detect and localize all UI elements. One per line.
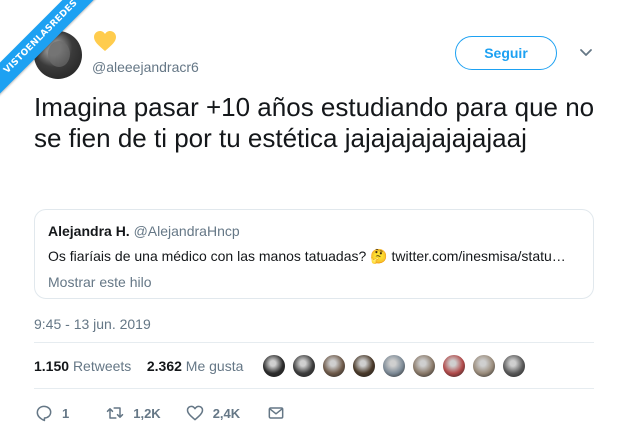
liker-avatar[interactable] <box>322 354 346 378</box>
liker-avatar[interactable] <box>352 354 376 378</box>
show-thread-link[interactable]: Mostrar este hilo <box>48 274 580 290</box>
liker-avatar[interactable] <box>412 354 436 378</box>
tweet-actions: 1 1,2K 2,4K <box>34 402 286 424</box>
reply-count: 1 <box>62 405 70 421</box>
liker-avatar[interactable] <box>472 354 496 378</box>
reply-icon <box>36 405 52 422</box>
follow-button[interactable]: Seguir <box>455 36 557 70</box>
liker-avatar[interactable] <box>292 354 316 378</box>
like-count: 2,4K <box>212 405 241 421</box>
retweet-button[interactable]: 1,2K <box>105 403 161 423</box>
message-button[interactable] <box>266 403 286 423</box>
quoted-tweet-text: Os fiaríais de una médico con las manos … <box>48 248 566 264</box>
like-button[interactable]: 2,4K <box>185 403 240 423</box>
chevron-down-icon[interactable] <box>579 47 593 59</box>
liker-avatar[interactable] <box>442 354 466 378</box>
divider <box>34 342 594 343</box>
quoted-tweet[interactable]: Alejandra H. @AlejandraHncp Os fiaríais … <box>34 209 594 299</box>
quoted-tweet-header: Alejandra H. @AlejandraHncp <box>48 223 580 239</box>
retweet-icon <box>106 407 124 419</box>
liker-avatar[interactable] <box>262 354 286 378</box>
tweet-timestamp[interactable]: 9:45 - 13 jun. 2019 <box>34 316 151 332</box>
quoted-author-handle: @AlejandraHncp <box>133 223 240 239</box>
retweets-stat[interactable]: 1.150 Retweets <box>34 358 131 374</box>
tweet-text: Imagina pasar +10 años estudiando para q… <box>34 92 595 153</box>
divider <box>34 388 594 389</box>
heart-icon <box>186 405 203 421</box>
likes-stat[interactable]: 2.362 Me gusta <box>147 358 244 374</box>
tweet-stats: 1.150 Retweets 2.362 Me gusta <box>34 358 243 374</box>
liker-avatar[interactable] <box>502 354 526 378</box>
envelope-icon <box>268 407 284 419</box>
watermark-text: VISTOENLASREDES <box>0 0 109 105</box>
retweet-count: 1,2K <box>133 405 161 421</box>
reply-button[interactable]: 1 <box>34 403 69 423</box>
liker-avatar[interactable] <box>382 354 406 378</box>
watermark-ribbon: VISTOENLASREDES <box>0 0 110 110</box>
likers-avatars <box>262 354 532 378</box>
quoted-author-name: Alejandra H. <box>48 223 130 239</box>
